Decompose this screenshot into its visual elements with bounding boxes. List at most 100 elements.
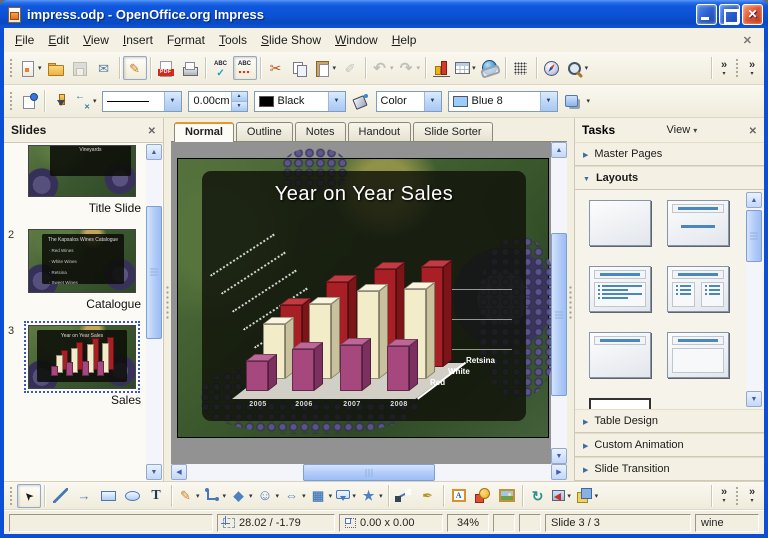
chevron-down-icon[interactable]: ▾ xyxy=(390,64,394,72)
flowchart-button[interactable]: ▦▾ xyxy=(308,484,335,508)
auto-spellcheck-button[interactable] xyxy=(233,56,257,80)
toolbar-grip[interactable] xyxy=(734,57,739,79)
slide-list-item-1[interactable]: Fine wines from Greek Island VineyardsTi… xyxy=(10,145,143,225)
chevron-down-icon[interactable]: ▾ xyxy=(333,64,337,72)
glue-points-button[interactable]: ✒ xyxy=(416,484,440,508)
chart-object[interactable]: Year on Year Sales xyxy=(202,171,526,421)
scroll-right-icon[interactable]: ▶ xyxy=(551,464,567,480)
menu-help[interactable]: Help xyxy=(385,30,424,50)
scroll-down-icon[interactable]: ▼ xyxy=(746,391,762,407)
tab-slide-sorter[interactable]: Slide Sorter xyxy=(413,122,492,141)
chevron-down-icon[interactable]: ▾ xyxy=(249,492,253,500)
spellcheck-button[interactable] xyxy=(209,56,233,80)
tab-handout[interactable]: Handout xyxy=(348,122,412,141)
shadow-button[interactable] xyxy=(561,89,585,113)
toolbar-options-icon[interactable]: ▾ xyxy=(587,97,591,105)
line-color-select[interactable]: Black xyxy=(254,91,346,112)
block-arrows-button[interactable]: ⇔▾ xyxy=(281,484,308,508)
toolbar-grip[interactable] xyxy=(8,485,13,507)
tab-normal[interactable]: Normal xyxy=(174,122,234,142)
toolbar-grip[interactable] xyxy=(8,57,13,79)
tab-notes[interactable]: Notes xyxy=(295,122,346,141)
gallery-button[interactable] xyxy=(495,484,519,508)
toolbar-overflow-button[interactable] xyxy=(715,56,733,80)
chart-button[interactable] xyxy=(429,56,453,80)
rotate-button[interactable]: ↻ xyxy=(526,484,550,508)
toolbar-grip[interactable] xyxy=(8,90,13,112)
edit-file-button[interactable]: ✎ xyxy=(123,56,147,80)
chevron-down-icon[interactable]: ▾ xyxy=(417,64,421,72)
text-button[interactable]: T xyxy=(144,484,168,508)
basic-shapes-button[interactable]: ◆▾ xyxy=(228,484,255,508)
scroll-up-icon[interactable]: ▲ xyxy=(146,144,162,160)
tasks-panel-close-icon[interactable] xyxy=(749,121,757,139)
chevron-down-icon[interactable]: ▾ xyxy=(223,492,227,500)
chevron-down-icon[interactable] xyxy=(540,92,557,111)
tasks-section-table-design[interactable]: Table Design xyxy=(575,409,764,433)
copy-button[interactable] xyxy=(288,56,312,80)
edit-points-button[interactable] xyxy=(392,484,416,508)
rectangle-button[interactable] xyxy=(96,484,120,508)
send-email-button[interactable]: ✉ xyxy=(92,56,116,80)
slide-list-item-3[interactable]: 3Year on Year SalesSales xyxy=(10,325,143,417)
fill-color-select[interactable]: Blue 8 xyxy=(448,91,558,112)
chevron-down-icon[interactable]: ▾ xyxy=(567,492,571,500)
chevron-down-icon[interactable] xyxy=(328,92,345,111)
menu-window[interactable]: Window xyxy=(328,30,385,50)
close-button[interactable] xyxy=(742,4,763,25)
chevron-down-icon[interactable]: ▾ xyxy=(472,64,476,72)
menu-view[interactable]: View xyxy=(76,30,116,50)
spin-up-icon[interactable]: ▲ xyxy=(232,92,247,101)
chevron-down-icon[interactable]: ▾ xyxy=(38,64,42,72)
styles-and-formatting-button[interactable] xyxy=(17,89,41,113)
tab-outline[interactable]: Outline xyxy=(236,122,293,141)
object-size-cell[interactable]: 0.00 x 0.00 xyxy=(339,514,443,532)
chevron-down-icon[interactable] xyxy=(164,92,181,111)
export-pdf-button[interactable] xyxy=(154,56,178,80)
layout-option-title-bullets[interactable] xyxy=(589,266,651,312)
toolbar-overflow-button[interactable] xyxy=(743,484,761,508)
slide-indicator-cell[interactable]: Slide 3 / 3 xyxy=(545,514,691,532)
alignment-button[interactable]: ▾ xyxy=(550,484,574,508)
chevron-down-icon[interactable]: ▾ xyxy=(352,492,356,500)
chevron-down-icon[interactable]: ▾ xyxy=(196,492,200,500)
chevron-down-icon[interactable]: ▾ xyxy=(276,492,280,500)
stars-button[interactable]: ★▾ xyxy=(358,484,385,508)
new-document-button[interactable]: ▾ xyxy=(17,56,44,80)
symbol-shapes-button[interactable]: ☺▾ xyxy=(255,484,282,508)
vertical-scrollbar[interactable]: ▲ ▼ xyxy=(551,142,567,464)
navigator-button[interactable] xyxy=(540,56,564,80)
line-dialog-button[interactable] xyxy=(48,89,72,113)
connector-button[interactable]: ▾ xyxy=(202,484,229,508)
arrow-style-button[interactable]: ▾ xyxy=(72,89,99,113)
title-bar[interactable]: impress.odp - OpenOffice.org Impress xyxy=(0,0,768,28)
menu-format[interactable]: Format xyxy=(160,30,212,50)
tasks-section-layouts[interactable]: Layouts xyxy=(575,166,764,190)
scroll-down-icon[interactable]: ▼ xyxy=(551,448,567,464)
select-button[interactable]: ➤ xyxy=(17,484,41,508)
arrange-button[interactable]: ▾ xyxy=(574,484,601,508)
layout-option-title-two-content[interactable] xyxy=(667,266,729,312)
toolbar-overflow-button[interactable] xyxy=(715,484,733,508)
zoom-button[interactable]: ▾ xyxy=(564,56,591,80)
menu-file[interactable]: File xyxy=(8,30,41,50)
line-style-select[interactable] xyxy=(102,91,182,112)
left-panel-splitter[interactable] xyxy=(164,118,171,481)
scroll-up-icon[interactable]: ▲ xyxy=(551,142,567,158)
maximize-button[interactable] xyxy=(719,4,740,25)
ellipse-button[interactable] xyxy=(120,484,144,508)
menu-edit[interactable]: Edit xyxy=(41,30,76,50)
menu-slide-show[interactable]: Slide Show xyxy=(254,30,328,50)
toolbar-overflow-button[interactable] xyxy=(743,56,761,80)
table-button[interactable]: ▾ xyxy=(453,56,478,80)
right-panel-splitter[interactable] xyxy=(567,118,574,481)
chevron-down-icon[interactable]: ▾ xyxy=(329,492,333,500)
layouts-scrollbar[interactable]: ▲ ▼ xyxy=(746,192,762,407)
horizontal-scrollbar[interactable]: ◀ ▶ xyxy=(171,464,567,481)
line-width-stepper[interactable]: 0.00cm ▲▼ xyxy=(188,91,248,112)
chevron-down-icon[interactable]: ▾ xyxy=(585,64,589,72)
zoom-level-cell[interactable]: 34% xyxy=(447,514,489,532)
layout-option-title-frame[interactable] xyxy=(667,332,729,378)
hyperlink-button[interactable] xyxy=(478,56,502,80)
document-close-icon[interactable] xyxy=(735,31,760,49)
